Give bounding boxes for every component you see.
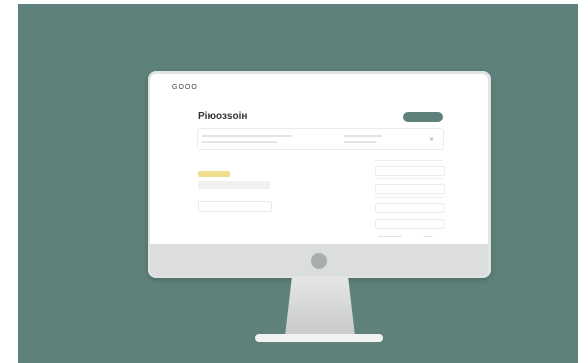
app-logo: GOOO xyxy=(172,84,198,91)
monitor-stand xyxy=(285,276,355,336)
form-divider xyxy=(375,178,443,179)
info-card-text-line xyxy=(202,141,277,143)
form-field[interactable] xyxy=(375,166,445,176)
info-card-meta-line xyxy=(344,141,376,143)
page-title: Ріюозsоін xyxy=(198,111,248,122)
close-icon[interactable]: ✕ xyxy=(429,136,434,143)
description-block xyxy=(198,181,270,189)
form-field[interactable] xyxy=(375,203,445,213)
info-card xyxy=(197,128,444,150)
form-field[interactable] xyxy=(375,219,445,229)
monitor-stand-base xyxy=(255,334,383,342)
info-card-meta-line xyxy=(344,135,382,137)
text-input[interactable] xyxy=(198,201,272,212)
power-button[interactable] xyxy=(311,253,327,269)
primary-action-button[interactable] xyxy=(403,112,443,122)
status-badge xyxy=(198,171,230,177)
form-field[interactable] xyxy=(375,184,445,194)
form-divider xyxy=(375,160,443,161)
footer-link-line[interactable] xyxy=(423,236,433,237)
form-divider xyxy=(375,197,443,198)
info-card-text-line xyxy=(202,135,292,137)
footer-link-line[interactable] xyxy=(378,236,402,237)
